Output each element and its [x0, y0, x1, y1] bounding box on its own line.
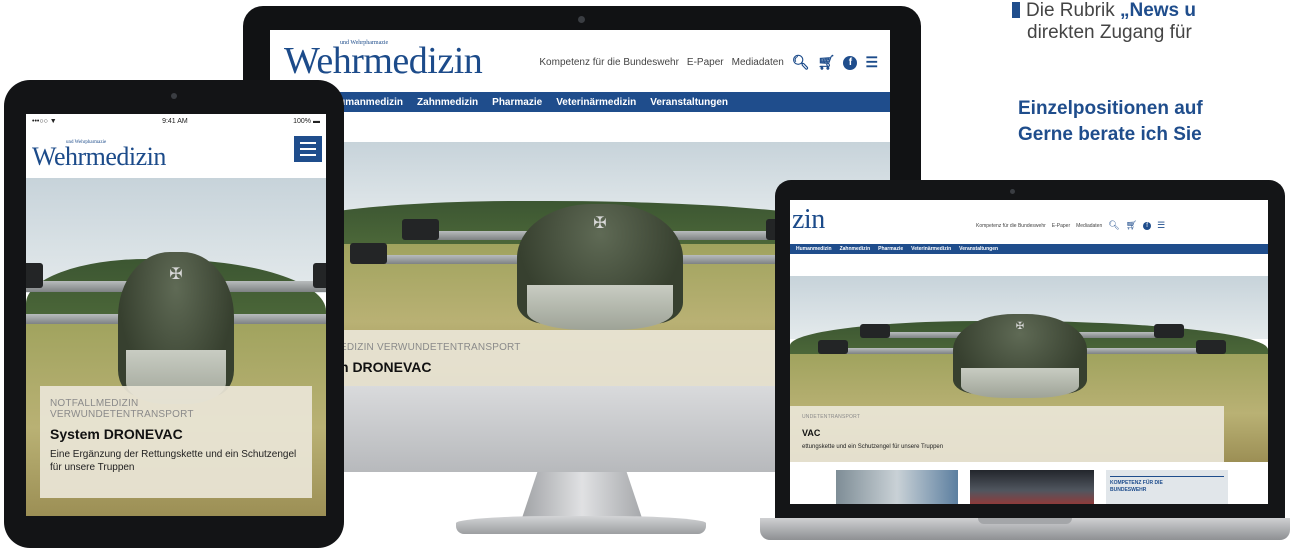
teaser-kompetenz-label: KOMPETENZ FÜR DIE BUNDESWEHR [1110, 480, 1163, 493]
side-heading-1: Einzelpositionen auf [1018, 98, 1203, 119]
bullet-continuation: direkten Zugang für [1027, 22, 1192, 43]
status-battery: 100% ▬ [293, 117, 320, 125]
laptop-logo[interactable]: zin [792, 206, 825, 234]
tablet-card-kicker-2: VERWUNDETENTRANSPORT [50, 409, 194, 420]
teaser-kompetenz[interactable]: KOMPETENZ FÜR DIE BUNDESWEHR [1106, 470, 1228, 504]
teaser-image-1[interactable] [836, 470, 958, 504]
search-icon[interactable]: 🔍︎ [792, 54, 810, 71]
laptop-notch [978, 518, 1072, 524]
tablet-status-bar: •••○○ ▼ 9:41 AM 100% ▬ [26, 114, 326, 128]
imac-foot [456, 516, 706, 534]
laptop-logo-text: zin [792, 204, 825, 235]
link-epaper[interactable]: E-Paper [1052, 223, 1070, 229]
laptop-nav-bar: Humanmedizin Zahnmedizin Pharmazie Veter… [790, 244, 1268, 254]
desktop-header: und Wehrpharmazie Wehrmedizin Kompetenz … [270, 30, 890, 92]
side-heading-2: Gerne berate ich Sie [1018, 124, 1202, 145]
drone-image: ✠ [810, 306, 1230, 406]
desktop-top-links: Kompetenz für die Bundeswehr E-Paper Med… [539, 54, 878, 71]
laptop-screen: zin Kompetenz für die Bundeswehr E-Paper… [790, 200, 1268, 504]
nav-veranstaltungen[interactable]: Veranstaltungen [650, 97, 728, 108]
tablet-screen: •••○○ ▼ 9:41 AM 100% ▬ und Wehrpharmazie… [26, 114, 326, 516]
nav-veterinaermedizin[interactable]: Veterinärmedizin [556, 97, 636, 108]
search-icon[interactable]: 🔍︎ [1108, 220, 1119, 231]
tablet-card-title: System DRONEVAC [50, 426, 183, 442]
nav-pharmazie[interactable]: Pharmazie [492, 97, 542, 108]
nav-zahnmedizin[interactable]: Zahnmedizin [417, 97, 478, 108]
tablet-camera [171, 93, 177, 99]
desktop-logo-text: Wehrmedizin [284, 40, 483, 82]
tablet-card-lead: Eine Ergänzung der Rettungskette und ein… [50, 449, 297, 473]
menu-icon[interactable]: ☰ [865, 54, 878, 71]
cart-icon[interactable]: 🛒︎ [1126, 220, 1137, 231]
link-epaper[interactable]: E-Paper [687, 57, 724, 68]
tablet-logo-sub: und Wehrpharmazie [66, 140, 107, 145]
menu-icon[interactable]: ☰ [1157, 220, 1165, 231]
desktop-logo[interactable]: und Wehrpharmazie Wehrmedizin [284, 40, 483, 82]
tablet-logo-text: Wehrmedizin [32, 142, 166, 171]
desktop-nav-bar: rganisation Humanmedizin Zahnmedizin Pha… [270, 92, 890, 112]
laptop-camera [1010, 189, 1015, 194]
status-signal: •••○○ ▼ [32, 117, 57, 125]
facebook-icon[interactable]: f [1143, 221, 1152, 230]
nav-humanmedizin[interactable]: Humanmedizin [796, 246, 832, 252]
facebook-icon[interactable]: f [843, 55, 858, 70]
tablet-card-kicker-1: NOTFALLMEDIZIN [50, 398, 139, 409]
cart-icon[interactable]: 🛒︎ [818, 54, 836, 71]
laptop-article-card[interactable]: UNDETENTRANSPORT VAC ettungskette und ei… [790, 406, 1224, 462]
imac-camera [578, 16, 585, 23]
laptop-card-lead: ettungskette und ein Schutzengel für uns… [802, 444, 944, 450]
link-kompetenz[interactable]: Kompetenz für die Bundeswehr [539, 57, 679, 68]
bullet-marker [1012, 2, 1020, 18]
laptop-card-title: VAC [802, 428, 821, 438]
tablet-logo[interactable]: und Wehrpharmazie Wehrmedizin [32, 140, 166, 171]
laptop-top-links: Kompetenz für die Bundeswehr E-Paper Med… [976, 220, 1165, 231]
tablet-article-card[interactable]: NOTFALLMEDIZIN VERWUNDETENTRANSPORT Syst… [40, 386, 312, 498]
nav-zahnmedizin[interactable]: Zahnmedizin [840, 246, 871, 252]
bullet-prefix: Die Rubrik [1026, 0, 1120, 21]
teaser-image-2[interactable] [970, 470, 1094, 504]
bullet-bold: „News u [1119, 0, 1197, 21]
nav-veterinaermedizin[interactable]: Veterinärmedizin [911, 246, 951, 252]
link-mediadaten[interactable]: Mediadaten [732, 57, 784, 68]
laptop-card-kicker: UNDETENTRANSPORT [802, 414, 861, 420]
status-time: 9:41 AM [162, 117, 188, 125]
link-mediadaten[interactable]: Mediadaten [1076, 223, 1102, 229]
link-kompetenz[interactable]: Kompetenz für die Bundeswehr [976, 223, 1046, 229]
desktop-logo-sub: und Wehrpharmazie [340, 40, 389, 46]
nav-pharmazie[interactable]: Pharmazie [878, 246, 903, 252]
tablet-menu-button[interactable] [294, 136, 322, 162]
nav-veranstaltungen[interactable]: Veranstaltungen [959, 246, 998, 252]
bullet-rubrik: Die Rubrik „News u [1012, 0, 1196, 22]
